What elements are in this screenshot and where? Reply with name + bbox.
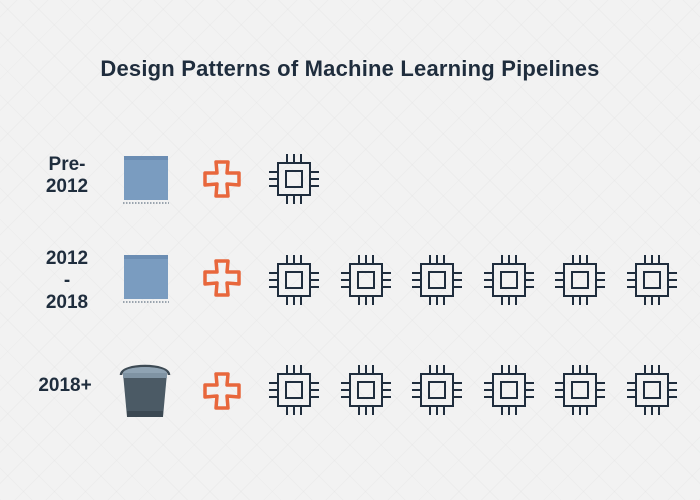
processor-chip-icon [554, 364, 606, 416]
processor-chip-icon [340, 364, 392, 416]
era-label-line: 2012 [45, 248, 89, 269]
era-label-line: Pre- [48, 154, 86, 175]
plus-icon [198, 367, 246, 415]
bucket-icon [116, 359, 174, 421]
era-row-2018-plus: 2018+ [0, 355, 700, 425]
diagram-title: Design Patterns of Machine Learning Pipe… [100, 56, 600, 81]
era-label-line: - [63, 270, 71, 291]
era-label: 2018+ [28, 375, 102, 397]
processor-chip-icon [268, 153, 320, 205]
era-label-line: 2018 [45, 292, 89, 313]
processor-chip-icon [268, 254, 320, 306]
floppy-disk-icon [120, 153, 172, 207]
era-label: 2012 - 2018 [30, 248, 104, 314]
processor-chip-icon [626, 364, 678, 416]
era-label: Pre- 2012 [30, 154, 104, 198]
era-label-line: 2018+ [38, 375, 92, 396]
floppy-disk-icon [120, 252, 172, 306]
processor-chip-icon [626, 254, 678, 306]
processor-chip-icon [411, 254, 463, 306]
era-row-pre-2012: Pre- 2012 [0, 145, 700, 215]
processor-chip-icon [411, 364, 463, 416]
era-label-line: 2012 [45, 176, 89, 197]
plus-icon [198, 155, 246, 203]
processor-chip-icon [340, 254, 392, 306]
processor-chip-icon [554, 254, 606, 306]
processor-chip-icon [268, 364, 320, 416]
era-row-2012-2018: 2012 - 2018 [0, 245, 700, 315]
processor-chip-icon [483, 364, 535, 416]
processor-chip-icon [483, 254, 535, 306]
plus-icon [198, 254, 246, 302]
